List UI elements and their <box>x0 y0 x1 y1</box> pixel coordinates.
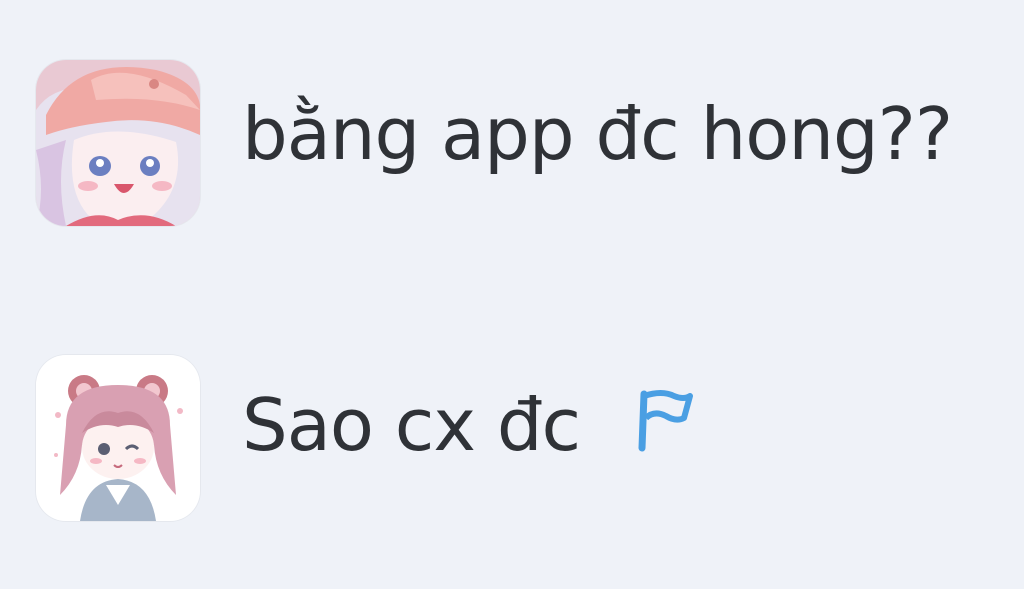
user-avatar[interactable] <box>36 355 200 521</box>
message-item[interactable]: Sao cx đc <box>36 355 696 521</box>
anime-girl-pink-cap-avatar-icon <box>36 60 200 226</box>
flag-icon[interactable] <box>634 388 696 454</box>
anime-girl-bear-ears-avatar-icon <box>36 355 200 521</box>
message-text: Sao cx đc <box>242 383 581 467</box>
user-avatar[interactable] <box>36 60 200 226</box>
message-text: bằng app đc hong?? <box>242 92 953 176</box>
message-item[interactable]: bằng app đc hong?? <box>36 60 953 226</box>
flag-icon-glyph <box>638 390 694 452</box>
message-list: bằng app đc hong?? Sao cx đc <box>0 0 1024 589</box>
